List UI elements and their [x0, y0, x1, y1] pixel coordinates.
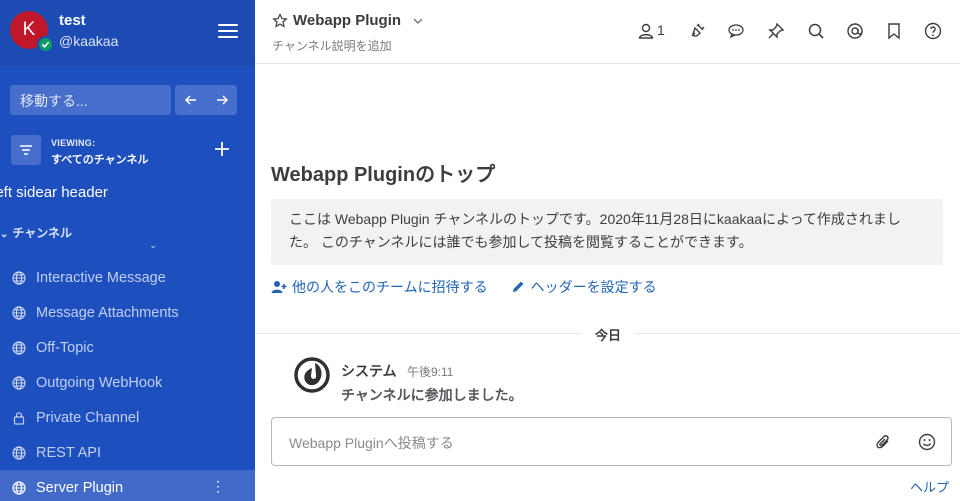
add-user-icon	[271, 281, 287, 293]
mention-icon[interactable]	[846, 22, 864, 40]
main-area: Webapp Plugin チャンネル説明を追加 1 Webapp Plugin…	[255, 0, 960, 501]
more-options-icon[interactable]: ⋮	[211, 478, 225, 495]
message-composer[interactable]: Webapp Pluginへ投稿する	[271, 417, 952, 466]
sidebar-channel-item[interactable]: REST API	[0, 435, 255, 470]
help-icon[interactable]	[924, 22, 942, 40]
sidebar-channel-label: Outgoing WebHook	[36, 374, 163, 391]
sidebar-channel-label: Private Channel	[36, 409, 140, 426]
search-icon[interactable]	[807, 22, 825, 40]
help-link[interactable]: ヘルプ	[910, 477, 949, 496]
comment-icon[interactable]	[727, 22, 745, 40]
system-avatar-icon	[294, 357, 330, 393]
chevron-down-icon: ⌄	[0, 229, 9, 240]
globe-icon	[12, 375, 26, 390]
globe-icon	[12, 340, 26, 355]
sidebar-channel-item[interactable]: Message Attachments	[0, 295, 255, 330]
sidebar-channel-item[interactable]: Interactive Message	[0, 260, 255, 295]
pin-icon[interactable]	[767, 22, 785, 40]
team-name: test	[59, 12, 86, 29]
channel-intro-title: Webapp Pluginのトップ	[271, 164, 496, 186]
viewing-label: VIEWING:	[51, 138, 96, 148]
sidebar-channel-label: Message Attachments	[36, 304, 179, 321]
filter-icon	[20, 145, 32, 155]
sidebar-channel-label: REST API	[36, 444, 102, 461]
team-header[interactable]: K test @kaakaa	[0, 0, 255, 66]
filter-button[interactable]	[11, 135, 41, 165]
pencil-icon	[512, 281, 523, 292]
post-author[interactable]: システム	[341, 361, 397, 381]
sidebar-channel-label: Off-Topic	[36, 339, 94, 356]
message-input[interactable]: Webapp Pluginへ投稿する	[289, 433, 454, 453]
channel-switcher-input[interactable]: 移動する...	[10, 85, 171, 115]
member-count[interactable]: 1	[657, 22, 665, 38]
invite-members-label: 他の人をこのチームに招待する	[292, 279, 488, 295]
post-message: チャンネルに参加しました。	[341, 387, 523, 403]
globe-icon	[12, 480, 26, 495]
current-username: @kaakaa	[59, 33, 119, 49]
sidebar-channel-item[interactable]: Off-Topic	[0, 330, 255, 365]
history-nav	[175, 85, 237, 115]
channel-header: Webapp Plugin チャンネル説明を追加 1	[255, 0, 960, 64]
sidebar-channel-label: Interactive Message	[36, 269, 166, 286]
lock-icon	[13, 411, 25, 425]
member-icon[interactable]	[637, 22, 655, 40]
globe-icon	[12, 305, 26, 320]
viewing-value[interactable]: すべてのチャンネル	[51, 151, 148, 167]
channel-title[interactable]: Webapp Plugin	[293, 12, 401, 29]
arrow-left-icon[interactable]	[184, 93, 198, 107]
paperclip-icon[interactable]	[874, 433, 892, 451]
date-separator: 今日	[581, 325, 636, 344]
set-header-link[interactable]: ヘッダーを設定する	[510, 277, 657, 297]
arrow-right-icon[interactable]	[215, 93, 229, 107]
intro-actions: 他の人をこのチームに招待する ヘッダーを設定する	[271, 277, 679, 297]
channel-group-label: チャンネル	[12, 226, 73, 240]
add-channel-icon[interactable]	[213, 140, 231, 158]
bookmark-icon[interactable]	[885, 22, 903, 40]
sidebar: K test @kaakaa 移動する... VIEWING: すべてのチャンネ…	[0, 0, 255, 501]
online-status-icon	[37, 36, 54, 53]
post-time[interactable]: 午後9:11	[407, 363, 453, 380]
invite-members-link[interactable]: 他の人をこのチームに招待する	[271, 277, 488, 297]
sidebar-channel-item[interactable]: Server Plugin ⋮	[0, 470, 255, 501]
sidebar-channel-item[interactable]: Outgoing WebHook	[0, 365, 255, 400]
channel-group-header[interactable]: ⌄ チャンネル	[0, 224, 72, 241]
globe-icon	[12, 270, 26, 285]
channel-intro-text: ここは Webapp Plugin チャンネルのトップです。2020年11月28…	[271, 199, 943, 265]
set-header-label: ヘッダーを設定する	[530, 279, 657, 295]
hamburger-menu-icon[interactable]	[218, 24, 238, 40]
sidebar-custom-header: left sidear header	[0, 184, 108, 201]
channel-description[interactable]: チャンネル説明を追加	[272, 37, 392, 54]
sidebar-channel-item[interactable]: Private Channel	[0, 400, 255, 435]
star-icon[interactable]	[272, 13, 288, 29]
plug-icon[interactable]	[688, 22, 706, 40]
scroll-indicator-icon: ⌄	[149, 240, 158, 251]
chevron-down-icon[interactable]	[412, 15, 424, 27]
emoji-icon[interactable]	[918, 433, 936, 451]
sidebar-channel-label: Server Plugin	[36, 479, 124, 496]
globe-icon	[12, 445, 26, 460]
